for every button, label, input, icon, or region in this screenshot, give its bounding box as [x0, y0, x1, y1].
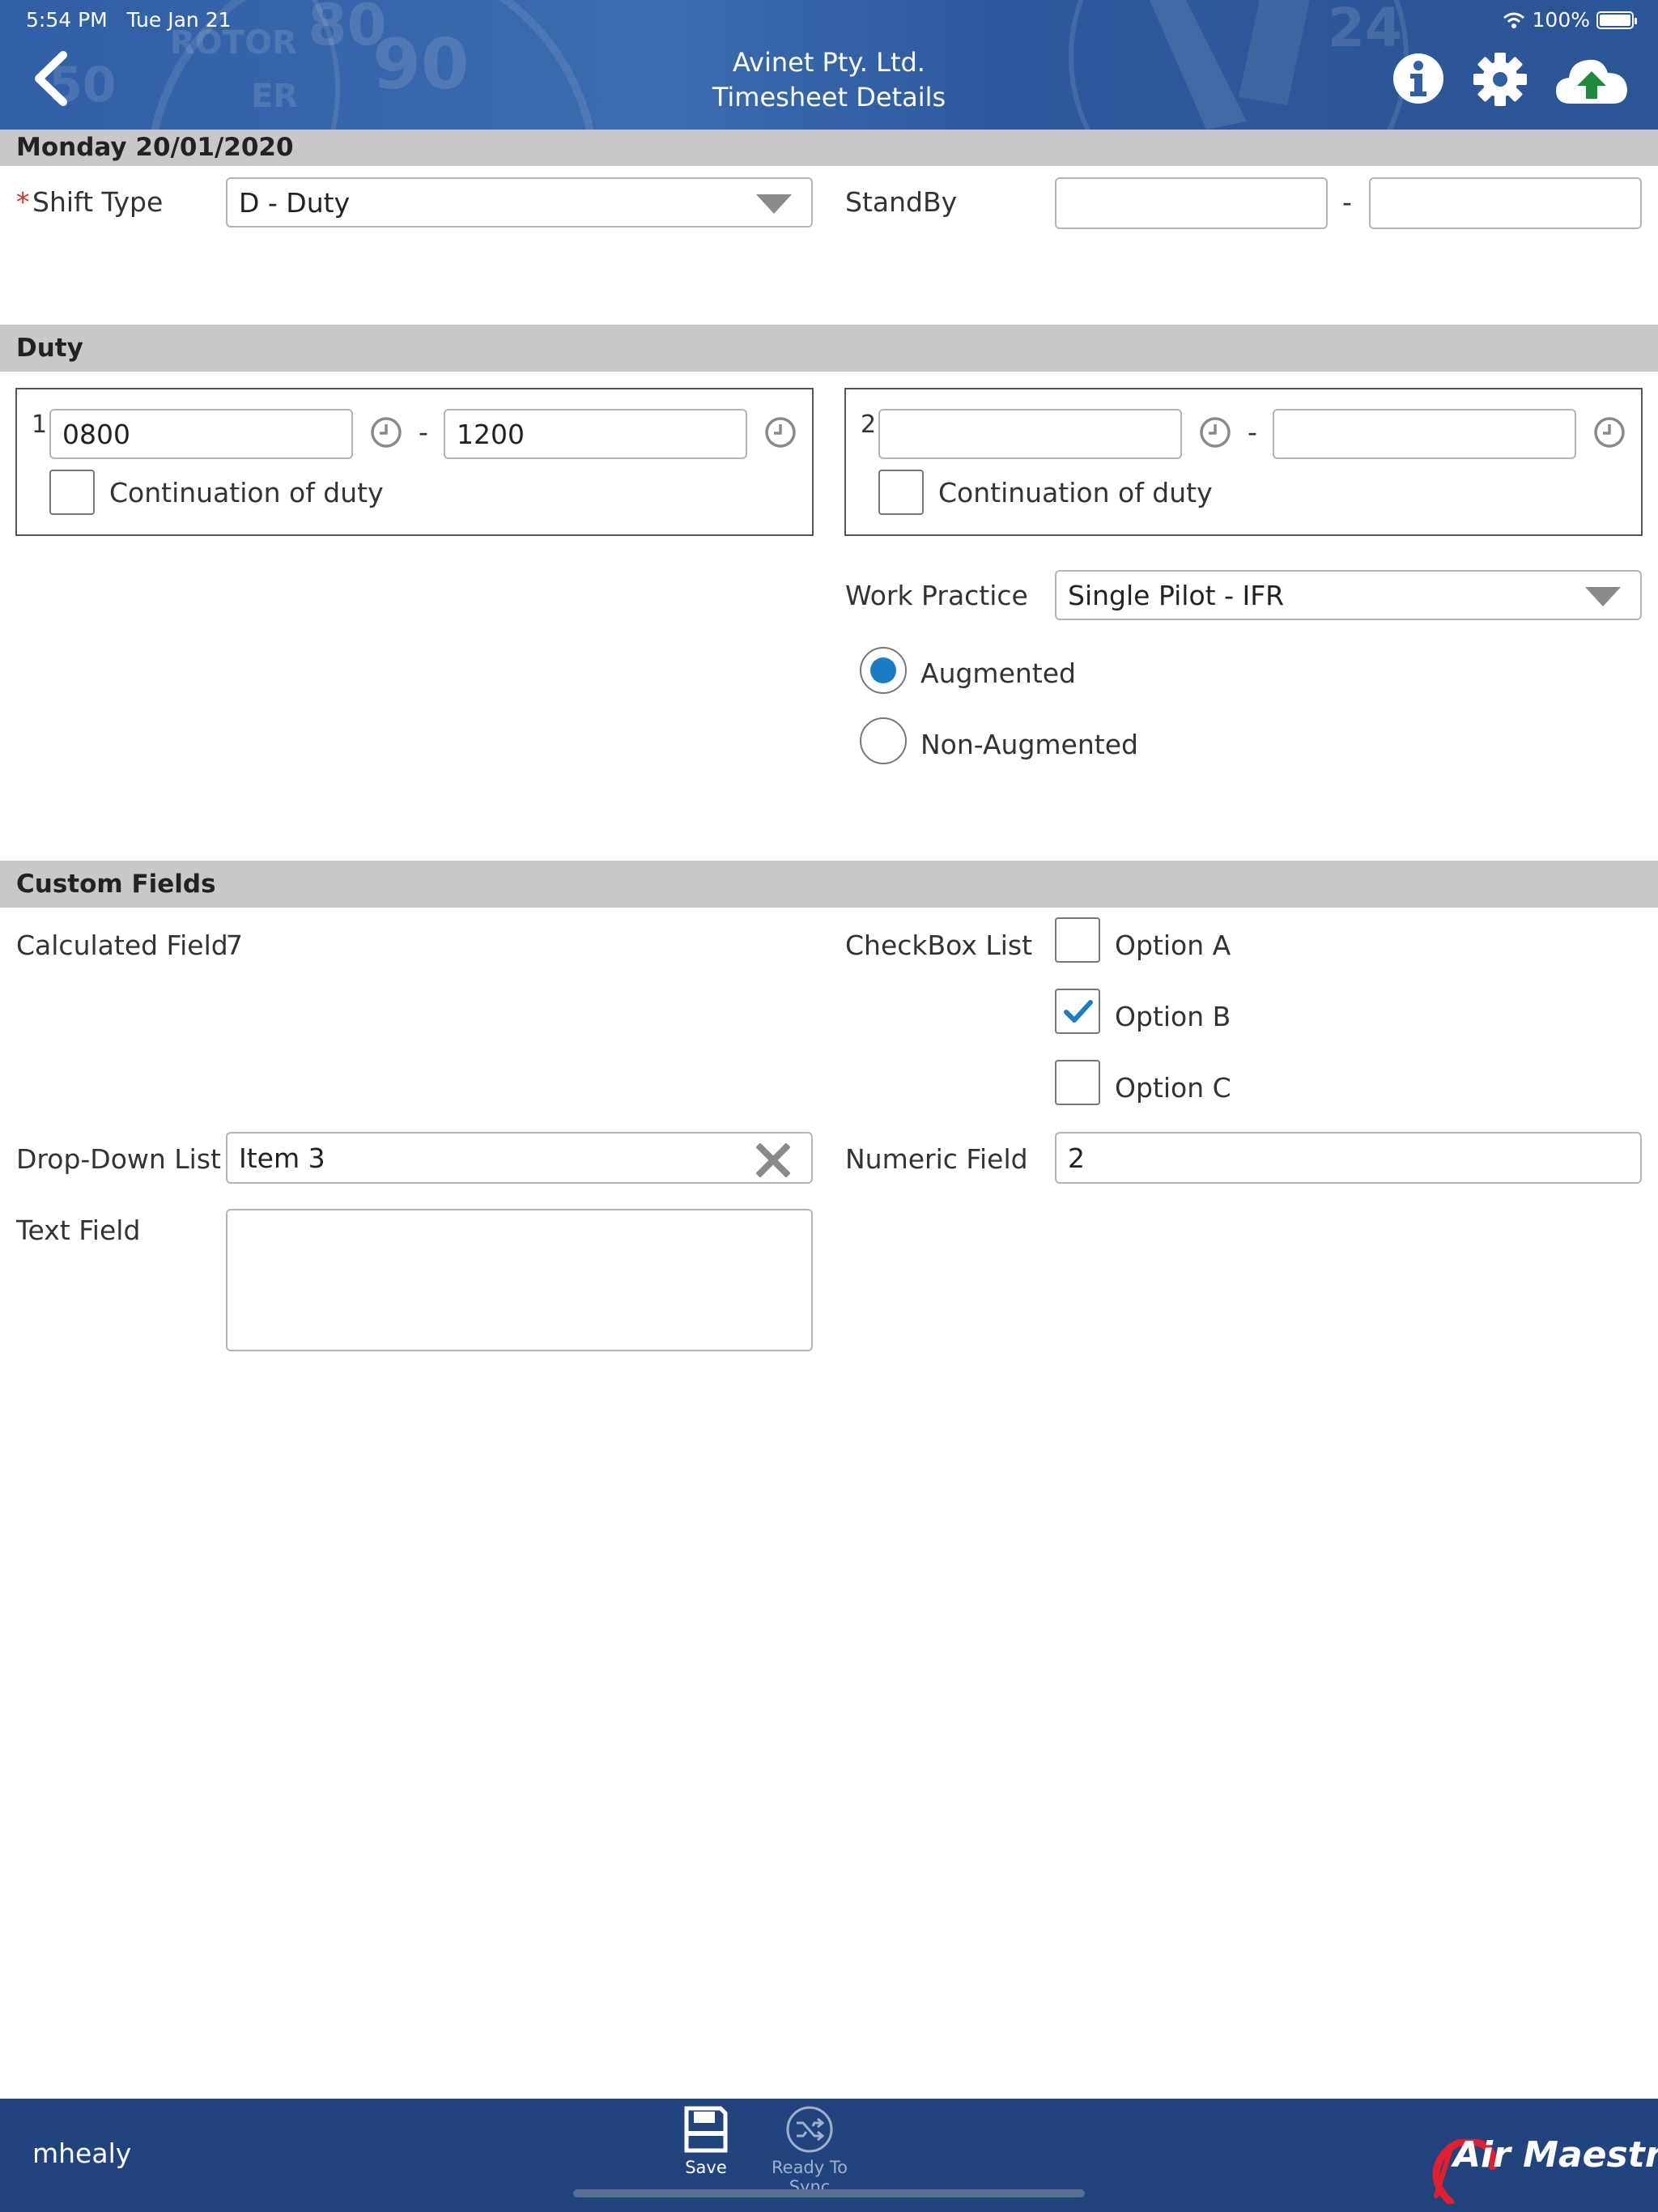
clock-icon[interactable]	[764, 416, 797, 449]
clock-icon[interactable]	[1199, 416, 1231, 449]
custom-fields-section-bar: Custom Fields	[0, 861, 1658, 908]
duty-section-bar: Duty	[0, 325, 1658, 372]
battery-percent: 100%	[1532, 8, 1590, 32]
shift-type-dropdown[interactable]: D - Duty	[226, 177, 813, 228]
augmented-label: Augmented	[920, 657, 1076, 689]
logo-text: Air Maestro	[1453, 2134, 1658, 2176]
option-b-label: Option B	[1115, 1001, 1231, 1032]
continuation-checkbox[interactable]	[878, 470, 924, 515]
shift-type-value: D - Duty	[239, 186, 351, 219]
ready-to-sync-button[interactable]: Ready To Sync	[753, 2105, 866, 2197]
save-label: Save	[685, 2158, 727, 2177]
duty-time-separator: -	[419, 416, 428, 448]
save-button[interactable]: Save	[678, 2105, 733, 2177]
calculated-field-value: 7	[226, 929, 243, 961]
chevron-down-icon	[1585, 587, 1621, 606]
duty-block-2: 2 - Continuation of duty	[844, 388, 1643, 536]
non-augmented-radio[interactable]	[860, 717, 907, 764]
standby-to-input[interactable]	[1369, 177, 1642, 229]
username: mhealy	[32, 2138, 132, 2169]
wifi-icon	[1503, 12, 1524, 28]
option-c-checkbox[interactable]	[1055, 1060, 1100, 1105]
text-field-input[interactable]	[226, 1209, 813, 1351]
option-a-label: Option A	[1115, 929, 1231, 961]
status-right: 100%	[1502, 8, 1637, 32]
duty-time-separator: -	[1248, 416, 1257, 448]
numeric-field-input[interactable]: 2	[1055, 1132, 1642, 1184]
drop-down-list-value: Item 3	[239, 1142, 325, 1174]
duty-block-index: 2	[861, 410, 877, 439]
text-field-label: Text Field	[16, 1214, 141, 1246]
work-practice-value: Single Pilot - IFR	[1068, 579, 1285, 611]
continuation-label: Continuation of duty	[938, 477, 1213, 508]
standby-label: StandBy	[845, 186, 958, 218]
non-augmented-label: Non-Augmented	[920, 729, 1138, 760]
duty-start-input[interactable]: 0800	[49, 409, 353, 459]
status-time: 5:54 PM Tue Jan 21	[26, 8, 232, 32]
save-icon	[684, 2106, 728, 2153]
calculated-field-label: Calculated Field	[16, 929, 228, 961]
info-icon[interactable]	[1392, 53, 1444, 104]
numeric-field-label: Numeric Field	[845, 1143, 1028, 1175]
work-practice-label: Work Practice	[845, 580, 1028, 611]
app-header: ROTOR 90 ER 24 80 50 5:54 PM Tue Jan 21 …	[0, 0, 1658, 130]
clock-icon[interactable]	[370, 416, 402, 449]
battery-icon	[1596, 11, 1637, 29]
sync-shuffle-icon	[786, 2106, 833, 2153]
date-bar: Monday 20/01/2020	[0, 130, 1658, 166]
option-b-checkbox[interactable]	[1055, 989, 1100, 1034]
continuation-label: Continuation of duty	[109, 477, 384, 508]
augmented-radio[interactable]	[860, 647, 907, 694]
status-bar: 5:54 PM Tue Jan 21 100%	[0, 0, 1658, 37]
continuation-checkbox[interactable]	[49, 470, 95, 515]
chevron-down-icon	[756, 194, 792, 214]
duty-end-input[interactable]: 1200	[444, 409, 747, 459]
required-indicator: *	[16, 186, 30, 218]
drop-down-list-field[interactable]: Item 3	[226, 1132, 813, 1184]
gear-icon[interactable]	[1473, 53, 1527, 106]
duty-block-index: 1	[32, 410, 48, 439]
duty-end-input[interactable]	[1273, 409, 1576, 459]
work-practice-dropdown[interactable]: Single Pilot - IFR	[1055, 570, 1642, 620]
checkmark-icon	[1064, 1000, 1093, 1023]
option-c-label: Option C	[1115, 1072, 1231, 1104]
cloud-upload-icon[interactable]	[1554, 55, 1629, 105]
duty-block-1: 1 0800 - 1200 Continuation of duty	[15, 388, 814, 536]
standby-separator: -	[1342, 186, 1352, 218]
standby-from-input[interactable]	[1055, 177, 1328, 229]
home-indicator[interactable]	[573, 2189, 1085, 2197]
checkbox-list-label: CheckBox List	[845, 929, 1033, 961]
option-a-checkbox[interactable]	[1055, 917, 1100, 963]
duty-start-input[interactable]	[878, 409, 1182, 459]
shift-type-label: Shift Type	[32, 186, 164, 218]
clear-icon[interactable]	[756, 1143, 790, 1177]
clock-icon[interactable]	[1593, 416, 1626, 449]
drop-down-list-label: Drop-Down List	[16, 1143, 221, 1175]
